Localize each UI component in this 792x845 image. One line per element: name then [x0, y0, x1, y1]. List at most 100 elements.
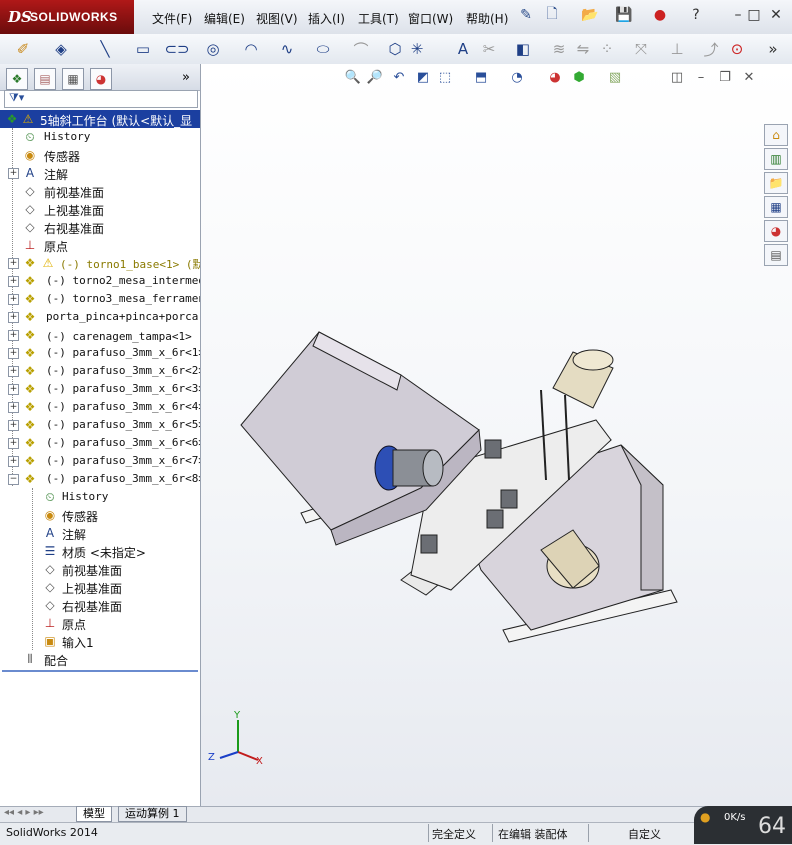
menu-edit[interactable]: 编辑(E)	[204, 10, 245, 27]
rectangle-icon[interactable]: ▭	[132, 38, 154, 60]
3d-assembly-model[interactable]	[201, 90, 792, 806]
display-style-icon[interactable]: ◔	[508, 68, 526, 86]
expand-icon[interactable]: +	[8, 258, 19, 269]
menu-tools[interactable]: 工具(T)	[358, 10, 399, 27]
expand-icon[interactable]: +	[8, 366, 19, 377]
tab-scroll-arrows-icon[interactable]: ◂◂ ◂ ▸ ▸▸	[4, 807, 44, 818]
view-settings-icon[interactable]: ▧	[606, 68, 624, 86]
tree-component[interactable]: + ❖ porta_pinca+pinca+porca	[0, 308, 200, 326]
tree-subitem-sensor[interactable]: ◉ 传感器	[0, 506, 200, 524]
expand-icon[interactable]: +	[8, 384, 19, 395]
menu-insert[interactable]: 插入(I)	[308, 10, 345, 27]
status-units-custom[interactable]: 自定义	[628, 826, 661, 842]
circle-icon[interactable]: ◎	[202, 38, 224, 60]
viewport-minimize-icon[interactable]: –	[692, 68, 710, 86]
tree-item-origin[interactable]: ⊥ 原点	[0, 236, 200, 254]
spline-icon[interactable]: ∿	[276, 38, 298, 60]
tree-component[interactable]: + ❖ (-) parafuso_3mm_x_6r<6>	[0, 434, 200, 452]
toolbar-more-icon[interactable]: »	[762, 38, 784, 60]
line-icon[interactable]: ╲	[94, 38, 116, 60]
display-manager-tab-icon[interactable]: ◕	[90, 68, 112, 90]
collapse-icon[interactable]: −	[8, 474, 19, 485]
tree-item-mates[interactable]: ⫴ 配合	[0, 650, 200, 669]
expand-icon[interactable]: +	[8, 456, 19, 467]
expand-icon[interactable]: +	[8, 330, 19, 341]
tree-root-assembly[interactable]: ❖ ⚠ 5轴斜工作台 (默认<默认_显	[0, 110, 200, 128]
quick-snaps-icon[interactable]: ⊙	[726, 38, 748, 60]
mirror-icon[interactable]: ⇋	[572, 38, 594, 60]
new-document-icon[interactable]: 🗋	[542, 4, 562, 26]
repair-sketch-icon[interactable]: ⤴	[700, 38, 722, 60]
dynamic-annotation-icon[interactable]: ⬚	[436, 68, 454, 86]
save-icon[interactable]: 💾	[614, 4, 634, 26]
restore-icon[interactable]: □	[744, 4, 764, 26]
rebuild-traffic-light-icon[interactable]: ●	[650, 4, 670, 26]
offset-icon[interactable]: ≋	[548, 38, 570, 60]
tree-component-expanded[interactable]: − ❖ (-) parafuso_3mm_x_6r<8>	[0, 470, 200, 488]
convert-entities-icon[interactable]: ◧	[512, 38, 534, 60]
menu-help[interactable]: 帮助(H)	[466, 10, 508, 27]
smart-dimension-icon[interactable]: ◈	[50, 38, 72, 60]
tree-subitem-top-plane[interactable]: ◇ 上视基准面	[0, 578, 200, 596]
rollback-bar[interactable]	[2, 670, 198, 672]
tab-motion-study[interactable]: 运动算例 1	[118, 806, 187, 822]
pin-icon[interactable]: ✎	[516, 4, 536, 26]
expand-icon[interactable]: +	[8, 312, 19, 323]
solidworks-logo[interactable]: DS SOLIDWORKS	[0, 0, 134, 34]
zoom-to-fit-icon[interactable]: 🔍	[344, 68, 362, 86]
slot-icon[interactable]: ⊂⊃	[164, 38, 189, 60]
tree-component[interactable]: + ❖ (-) parafuso_3mm_x_6r<4>	[0, 398, 200, 416]
help-icon[interactable]: ?	[686, 4, 706, 26]
tree-component[interactable]: + ❖ (-) parafuso_3mm_x_6r<2>	[0, 362, 200, 380]
tree-item-history[interactable]: ⏲ History	[0, 128, 200, 146]
tree-component[interactable]: + ❖ (-) parafuso_3mm_x_6r<3>	[0, 380, 200, 398]
viewport-restore-icon[interactable]: ❐	[716, 68, 734, 86]
tree-component[interactable]: + ❖ (-) parafuso_3mm_x_6r<1>	[0, 344, 200, 362]
tree-component[interactable]: + ❖ (-) parafuso_3mm_x_6r<7>	[0, 452, 200, 470]
property-manager-tab-icon[interactable]: ▤	[34, 68, 56, 90]
scene-icon[interactable]: ⬢	[570, 68, 588, 86]
tree-component[interactable]: + ❖ (-) torno3_mesa_ferramenta	[0, 290, 200, 308]
expand-icon[interactable]: +	[8, 168, 19, 179]
expand-icon[interactable]: +	[8, 438, 19, 449]
section-view-icon[interactable]: ◩	[414, 68, 432, 86]
expand-icon[interactable]: +	[8, 276, 19, 287]
menu-file[interactable]: 文件(F)	[152, 10, 192, 27]
tree-item-front-plane[interactable]: ◇ 前视基准面	[0, 182, 200, 200]
arc-icon[interactable]: ◠	[240, 38, 262, 60]
close-icon[interactable]: ✕	[766, 4, 786, 26]
zoom-to-area-icon[interactable]: 🔎	[366, 68, 384, 86]
expand-icon[interactable]: +	[8, 420, 19, 431]
tree-item-top-plane[interactable]: ◇ 上视基准面	[0, 200, 200, 218]
point-icon[interactable]: ✳	[406, 38, 428, 60]
appearance-icon[interactable]: ◕	[546, 68, 564, 86]
tree-subitem-annotation[interactable]: A 注解	[0, 524, 200, 542]
expand-icon[interactable]: +	[8, 402, 19, 413]
tree-subitem-material[interactable]: ☰ 材质 <未指定>	[0, 542, 200, 560]
ellipse-icon[interactable]: ⬭	[312, 38, 334, 60]
tree-item-annotation[interactable]: + A 注解	[0, 164, 200, 182]
expand-icon[interactable]: +	[8, 294, 19, 305]
tree-component[interactable]: + ❖ ⚠ (-) torno1_base<1> (默认	[0, 254, 200, 272]
sketch-icon[interactable]: ✐	[12, 38, 34, 60]
viewport-split-icon[interactable]: ◫	[668, 68, 686, 86]
previous-view-icon[interactable]: ↶	[390, 68, 408, 86]
polygon-icon[interactable]: ⬡	[384, 38, 406, 60]
panel-expand-icon[interactable]: »	[182, 70, 190, 85]
tab-model[interactable]: 模型	[76, 806, 112, 822]
move-entities-icon[interactable]: ⤧	[630, 38, 652, 60]
tree-component[interactable]: + ❖ (-) torno2_mesa_intermedia	[0, 272, 200, 290]
linear-pattern-icon[interactable]: ⁘	[596, 38, 618, 60]
expand-icon[interactable]: +	[8, 348, 19, 359]
viewport-close-icon[interactable]: ✕	[740, 68, 758, 86]
menu-view[interactable]: 视图(V)	[256, 10, 298, 27]
tree-component[interactable]: + ❖ (-) parafuso_3mm_x_6r<5>	[0, 416, 200, 434]
tree-item-right-plane[interactable]: ◇ 右视基准面	[0, 218, 200, 236]
fillet-icon[interactable]: ⌒	[350, 38, 372, 60]
tree-subitem-front-plane[interactable]: ◇ 前视基准面	[0, 560, 200, 578]
feature-manager-tab-icon[interactable]: ❖	[6, 68, 28, 90]
tree-subitem-import[interactable]: ▣ 输入1	[0, 632, 200, 650]
tree-filter-input[interactable]: ⧩▾	[4, 90, 198, 108]
tree-component[interactable]: + ❖ (-) carenagem_tampa<1> (默	[0, 326, 200, 344]
trim-icon[interactable]: ✂	[478, 38, 500, 60]
